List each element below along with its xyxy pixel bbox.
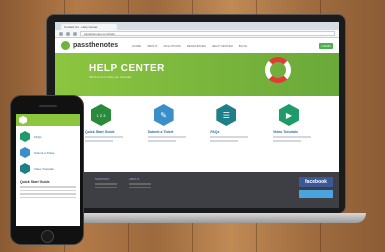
nav-item-solutions[interactable]: SOLUTIONS (163, 44, 180, 48)
card-text-line (147, 140, 176, 142)
page-title: HELP CENTER (89, 63, 165, 74)
footer-column: SUPPORT (95, 177, 117, 203)
footer-link (95, 186, 117, 188)
phone-item-label: Video Tutorials (34, 166, 54, 171)
ticket-icon: ✎ (153, 104, 174, 126)
hero-subtitle: We're here to help you succeed (89, 75, 132, 79)
browser-tab[interactable]: Contact Us - Help Center (61, 24, 117, 30)
phone-item-label: FAQs (34, 134, 42, 139)
home-button[interactable] (41, 230, 54, 243)
logo-icon (61, 41, 70, 50)
phone-item-ticket[interactable]: Submit a Ticket (16, 142, 80, 158)
footer-column: ABOUT (129, 177, 151, 203)
card-text-line (210, 140, 239, 142)
footer-heading: ABOUT (129, 177, 140, 181)
login-button[interactable]: LOGIN (319, 42, 333, 49)
faq-list-icon: ☰ (216, 104, 237, 126)
phone-article: Quick Start Guide (16, 174, 80, 198)
forward-icon[interactable] (66, 31, 70, 36)
phone-text-line (20, 196, 76, 198)
twitter-button[interactable] (299, 190, 333, 198)
site-footer: SOLUTIONS SUPPORT ABOUT facebook (55, 172, 339, 208)
phone-text-line (20, 186, 76, 188)
site-logo[interactable]: passthenotes (73, 42, 118, 49)
phone-text-line (20, 193, 76, 195)
card-faqs[interactable]: ☰ FAQs (210, 104, 254, 142)
card-text-line (147, 136, 186, 138)
card-video-tutorials[interactable]: ▶ Video Tutorials (272, 104, 317, 142)
footer-heading: SUPPORT (95, 177, 110, 181)
facebook-button[interactable]: facebook (299, 177, 333, 187)
card-text-line (272, 140, 301, 142)
ticket-icon (20, 147, 30, 158)
nav-item-home[interactable]: HOME (132, 44, 141, 48)
steps-icon: 1 2 3 (91, 104, 111, 126)
phone-item-faqs[interactable]: FAQs (16, 126, 80, 142)
footer-link (129, 186, 151, 188)
nav-item-resources[interactable]: RESOURCES (187, 44, 206, 48)
site-header: passthenotes HOME ABOUT SOLUTIONS RESOUR… (55, 38, 339, 53)
card-text-line (85, 136, 123, 138)
phone-speaker (39, 105, 57, 107)
card-title[interactable]: FAQs (210, 130, 254, 134)
laptop-screen: Contact Us - Help Center passthenotes.co… (55, 22, 339, 208)
back-icon[interactable] (59, 31, 63, 36)
address-bar[interactable]: passthenotes.com/help (80, 31, 335, 36)
hero-banner: HELP CENTER We're here to help you succe… (55, 53, 339, 96)
phone-header (16, 114, 80, 126)
card-quick-start[interactable]: 1 2 3 Quick Start Guide (85, 104, 129, 142)
card-title[interactable]: Submit a Ticket (148, 130, 192, 134)
site-nav: HOME ABOUT SOLUTIONS RESOURCES HELP CENT… (132, 44, 247, 48)
phone-item-videos[interactable]: Video Tutorials (16, 158, 80, 174)
video-icon (20, 163, 30, 174)
video-icon: ▶ (278, 104, 299, 126)
smartphone: FAQs Submit a Ticket Video Tutorials Qui… (10, 95, 84, 245)
nav-item-about[interactable]: ABOUT (147, 44, 157, 48)
card-title[interactable]: Quick Start Guide (85, 130, 129, 134)
card-text-line (210, 136, 249, 138)
browser-toolbar: passthenotes.com/help (55, 30, 339, 38)
card-text-line (272, 136, 311, 138)
footer-link (95, 183, 117, 185)
nav-item-blog[interactable]: BLOG (239, 44, 247, 48)
footer-link (129, 183, 151, 185)
phone-item-label: Submit a Ticket (34, 150, 55, 155)
phone-article-title: Quick Start Guide (20, 180, 50, 184)
phone-screen: FAQs Submit a Ticket Video Tutorials Qui… (16, 114, 80, 226)
card-text-line (85, 140, 113, 142)
nav-item-help-center[interactable]: HELP CENTER (212, 44, 233, 48)
faq-list-icon (20, 131, 30, 142)
help-cards: 1 2 3 Quick Start Guide ✎ Submit a Ticke… (55, 96, 339, 142)
menu-icon[interactable] (19, 116, 27, 124)
card-submit-ticket[interactable]: ✎ Submit a Ticket (147, 104, 192, 142)
lifebuoy-icon (265, 57, 291, 83)
phone-text-line (20, 189, 76, 191)
browser-tab-strip: Contact Us - Help Center (55, 22, 339, 30)
laptop: Contact Us - Help Center passthenotes.co… (46, 14, 346, 214)
reload-icon[interactable] (73, 31, 77, 36)
card-title[interactable]: Video Tutorials (273, 130, 317, 134)
